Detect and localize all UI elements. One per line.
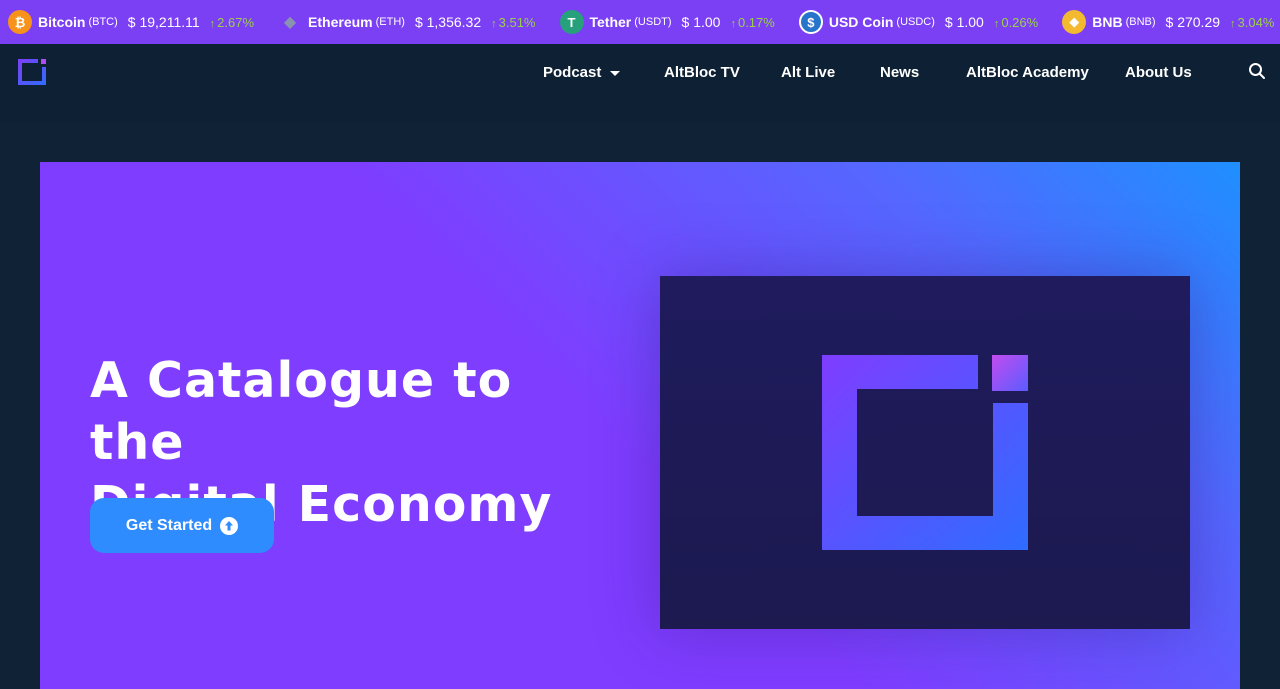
coin-change: ↑ 0.17%	[730, 14, 775, 30]
get-started-button[interactable]: Get Started	[90, 498, 274, 553]
nav-item-podcast[interactable]: Podcast	[543, 64, 621, 81]
ticker-item-bnb[interactable]: ◆ BNB (BNB) $ 270.29 ↑ 3.04%	[1062, 10, 1274, 34]
search-icon[interactable]	[1248, 62, 1266, 80]
price-ticker: ₿ Bitcoin (BTC) $ 19,211.11 ↑ 2.67% ◆ Eth…	[0, 0, 1280, 44]
coin-name: BNB	[1092, 14, 1123, 30]
ethereum-icon: ◆	[283, 14, 297, 31]
nav-item-altbloc-tv[interactable]: AltBloc TV	[664, 64, 740, 81]
coin-change: ↑ 3.51%	[491, 14, 536, 30]
coin-symbol: (USDC)	[896, 16, 935, 28]
hero-logo-panel	[660, 276, 1190, 629]
ticker-item-bitcoin[interactable]: ₿ Bitcoin (BTC) $ 19,211.11 ↑ 2.67%	[8, 10, 254, 34]
coin-price: $ 1.00	[944, 14, 984, 30]
arrow-up-icon: ↑	[491, 17, 497, 30]
nav-item-altbloc-academy[interactable]: AltBloc Academy	[966, 64, 1089, 81]
ticker-item-tether[interactable]: T Tether (USDT) $ 1.00 ↑ 0.17%	[559, 10, 775, 34]
hero-banner: A Catalogue to the Digital Economy Get S…	[40, 162, 1240, 689]
usdc-icon: $	[798, 10, 823, 34]
nav-item-news[interactable]: News	[880, 64, 919, 81]
get-started-label: Get Started	[125, 516, 213, 534]
coin-change: ↑ 2.67%	[209, 14, 255, 30]
tether-icon: T	[559, 10, 584, 34]
ticker-item-ethereum[interactable]: ◆ Ethereum (ETH) $ 1,356.32 ↑ 3.51%	[278, 10, 536, 34]
bitcoin-icon: ₿	[8, 10, 32, 34]
hero-title-line: A Catalogue to the	[90, 352, 513, 471]
bnb-icon: ◆	[1062, 10, 1087, 34]
altbloc-logo-icon[interactable]	[18, 59, 46, 85]
coin-name: Tether	[589, 14, 632, 30]
coin-price: $ 19,211.11	[127, 14, 200, 30]
ticker-item-usdc[interactable]: $ USD Coin (USDC) $ 1.00 ↑ 0.26%	[798, 10, 1039, 34]
coin-change: ↑ 3.04%	[1230, 14, 1275, 30]
arrow-up-icon: ↑	[730, 17, 736, 30]
coin-symbol: (USDT)	[634, 16, 672, 28]
nav-item-alt-live[interactable]: Alt Live	[781, 64, 835, 81]
altbloc-large-logo-icon	[822, 355, 1028, 550]
coin-symbol: (BNB)	[1125, 16, 1156, 28]
coin-name: Ethereum	[308, 14, 373, 30]
main-navbar: Podcast AltBloc TV Alt Live News AltBloc…	[0, 44, 1280, 122]
coin-symbol: (BTC)	[88, 16, 118, 28]
coin-change: ↑ 0.26%	[993, 14, 1039, 30]
coin-price: $ 1.00	[681, 14, 721, 30]
coin-name: Bitcoin	[38, 14, 86, 30]
arrow-up-circle-icon	[220, 516, 239, 535]
arrow-up-icon: ↑	[1230, 17, 1236, 30]
arrow-up-icon: ↑	[209, 17, 216, 30]
coin-price: $ 1,356.32	[414, 14, 482, 30]
coin-price: $ 270.29	[1165, 14, 1221, 30]
coin-name: USD Coin	[828, 14, 894, 30]
chevron-down-icon	[610, 70, 621, 76]
nav-item-about-us[interactable]: About Us	[1125, 64, 1192, 81]
coin-symbol: (ETH)	[375, 16, 405, 28]
arrow-up-icon: ↑	[993, 17, 1000, 30]
